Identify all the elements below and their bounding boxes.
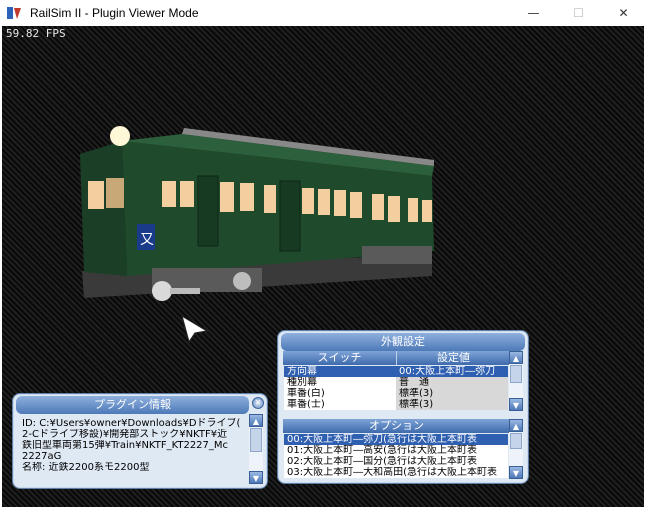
title-bar: RailSim II - Plugin Viewer Mode — ☐ ✕ xyxy=(0,0,646,26)
column-value[interactable]: 設定値 xyxy=(397,351,511,365)
close-icon[interactable]: ✕ xyxy=(252,397,264,409)
switch-table-header: スイッチ 設定値 xyxy=(283,351,511,365)
switch-row[interactable]: 方向幕 00:大阪上本町―弥刀 xyxy=(284,366,508,377)
scroll-down-icon[interactable]: ▼ xyxy=(509,466,523,479)
appearance-settings-panel: 外観設定 スイッチ 設定値 方向幕 00:大阪上本町―弥刀 種別幕 普 通 車番… xyxy=(277,330,529,484)
column-switch[interactable]: スイッチ xyxy=(283,351,397,365)
railsim-app-icon xyxy=(6,5,22,21)
switch-scrollbar[interactable]: ▲ ▼ xyxy=(509,351,523,411)
plugin-info-text: ID: C:¥Users¥owner¥Downloads¥Dドライブ( 2-Cド… xyxy=(19,416,247,482)
scroll-down-icon[interactable]: ▼ xyxy=(249,471,263,484)
appearance-panel-title: 外観設定 xyxy=(281,333,525,351)
switch-name: 車番(白) xyxy=(287,388,325,399)
plugin-info-scrollbar[interactable]: ▲ ▼ xyxy=(249,414,263,484)
scroll-thumb[interactable] xyxy=(510,433,522,449)
scroll-up-icon[interactable]: ▲ xyxy=(249,414,263,427)
scroll-up-icon[interactable]: ▲ xyxy=(509,419,523,432)
options-title[interactable]: オプション xyxy=(283,419,511,433)
scroll-thumb[interactable] xyxy=(250,428,262,452)
option-item[interactable]: 03:大阪上本町―大和高田(急行は大阪上本町表 xyxy=(284,467,508,478)
options-header: オプション xyxy=(283,419,511,433)
options-scrollbar[interactable]: ▲ ▼ xyxy=(509,419,523,479)
plugin-id-line: 2227aG xyxy=(22,451,62,462)
scroll-up-icon[interactable]: ▲ xyxy=(509,351,523,364)
window-title: RailSim II - Plugin Viewer Mode xyxy=(30,6,199,20)
switch-name: 方向幕 xyxy=(287,366,317,377)
close-button[interactable]: ✕ xyxy=(601,0,646,26)
plugin-info-panel: プラグイン情報 ✕ ID: C:¥Users¥owner¥Downloads¥D… xyxy=(12,393,268,489)
switch-row[interactable]: 種別幕 普 通 xyxy=(284,377,508,388)
scroll-down-icon[interactable]: ▼ xyxy=(509,398,523,411)
minimize-button[interactable]: — xyxy=(511,0,556,26)
plugin-id-line: ID: C:¥Users¥owner¥Downloads¥Dドライブ( xyxy=(22,418,241,429)
switch-value: 標準(3) xyxy=(396,399,508,410)
option-item[interactable]: 00:大阪上本町―弥刀(急行は大阪上本町表 xyxy=(284,434,508,445)
switch-value: 00:大阪上本町―弥刀 xyxy=(399,366,496,377)
option-item[interactable]: 01:大阪上本町―高安(急行は大阪上本町表 xyxy=(284,445,508,456)
switch-name: 車番(士) xyxy=(287,399,325,410)
switch-row[interactable]: 車番(士) 標準(3) xyxy=(284,399,508,410)
plugin-id-line: 2-Cドライブ移設)¥開発部ストック¥NKTF¥近 xyxy=(22,429,228,440)
svg-text:又: 又 xyxy=(140,232,154,248)
switch-list: 方向幕 00:大阪上本町―弥刀 種別幕 普 通 車番(白) 標準(3) 車番(士… xyxy=(284,366,508,410)
switch-value: 標準(3) xyxy=(396,388,508,399)
plugin-name-line: 名称: 近鉄2200系モ2200型 xyxy=(22,462,150,473)
options-list: 00:大阪上本町―弥刀(急行は大阪上本町表 01:大阪上本町―高安(急行は大阪上… xyxy=(284,434,508,478)
switch-name: 種別幕 xyxy=(287,377,317,388)
scroll-thumb[interactable] xyxy=(510,365,522,383)
plugin-id-line: 鉄旧型車両第15弾¥Train¥NKTF_KT2227_Mc xyxy=(22,440,229,451)
switch-row[interactable]: 車番(白) 標準(3) xyxy=(284,388,508,399)
option-item[interactable]: 02:大阪上本町―国分(急行は大阪上本町表 xyxy=(284,456,508,467)
plugin-panel-title: プラグイン情報 xyxy=(16,396,249,414)
switch-value: 普 通 xyxy=(396,377,508,388)
window-controls: — ☐ ✕ xyxy=(511,0,646,26)
maximize-button[interactable]: ☐ xyxy=(556,0,601,26)
